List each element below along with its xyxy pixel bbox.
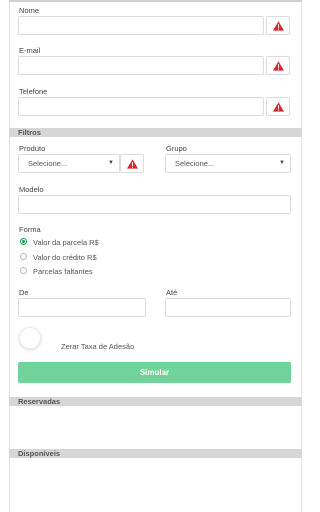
chevron-down-icon: ▼ xyxy=(108,160,114,166)
email-field[interactable] xyxy=(18,56,264,75)
grupo-select[interactable]: Selecione... ▼ xyxy=(165,154,291,173)
nome-warning-button[interactable] xyxy=(266,16,290,35)
warning-icon xyxy=(126,158,138,169)
de-input[interactable] xyxy=(18,298,146,317)
produto-select-value: Selecione... xyxy=(28,159,68,168)
email-warning-button[interactable] xyxy=(266,56,290,75)
forma-option-label: Valor da parcela R$ xyxy=(33,238,99,247)
ate-label: Até xyxy=(166,288,178,297)
modelo-input[interactable] xyxy=(18,195,291,214)
telefone-label: Telefone xyxy=(19,87,48,96)
forma-radio-credito[interactable] xyxy=(20,253,27,260)
ate-input[interactable] xyxy=(165,298,291,317)
filtros-section-header: Filtros xyxy=(9,128,302,137)
zerar-taxa-toggle[interactable] xyxy=(19,327,41,349)
disponiveis-section-header: Disponíveis xyxy=(9,449,302,458)
produto-label: Produto xyxy=(19,144,46,153)
grupo-label: Grupo xyxy=(166,144,187,153)
reservadas-section-header: Reservadas xyxy=(9,397,302,406)
nome-label: Nome xyxy=(19,6,40,15)
telefone-warning-button[interactable] xyxy=(266,97,290,116)
warning-icon xyxy=(272,101,284,112)
forma-radio-faltantes[interactable] xyxy=(20,267,27,274)
forma-option-label: Valor do crédito R$ xyxy=(33,253,97,262)
zerar-taxa-label: Zerar Taxa de Adesão xyxy=(61,342,135,351)
forma-option-label: Parcelas faltantes xyxy=(33,267,93,276)
forma-label: Forma xyxy=(19,225,41,234)
telefone-input[interactable] xyxy=(18,97,264,116)
forma-radio-parcela[interactable] xyxy=(20,238,27,245)
de-label: De xyxy=(19,288,29,297)
produto-warning-button[interactable] xyxy=(120,154,144,173)
grupo-select-value: Selecione... xyxy=(175,159,215,168)
modelo-label: Modelo xyxy=(19,185,44,194)
produto-select[interactable]: Selecione... ▼ xyxy=(18,154,120,173)
simular-button[interactable]: Simular xyxy=(18,362,291,383)
chevron-down-icon: ▼ xyxy=(279,160,285,166)
nome-input[interactable] xyxy=(18,16,264,35)
warning-icon xyxy=(272,60,284,71)
warning-icon xyxy=(272,20,284,31)
email-label: E-mail xyxy=(19,46,41,55)
top-divider xyxy=(9,0,302,2)
